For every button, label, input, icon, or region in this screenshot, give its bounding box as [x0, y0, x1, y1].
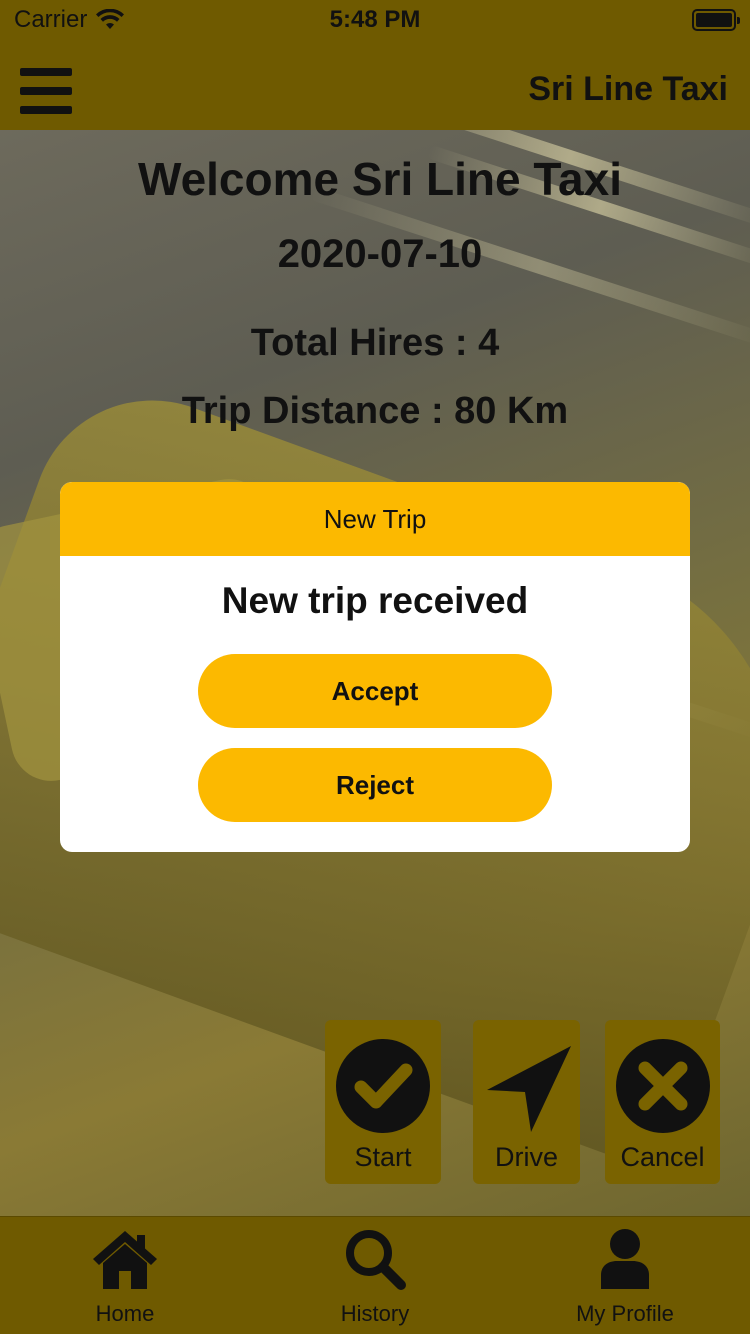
- home-icon: [93, 1231, 157, 1289]
- reject-button[interactable]: Reject: [198, 748, 552, 822]
- trip-distance-text: Trip Distance : 80 Km: [181, 390, 569, 432]
- current-date: 2020-07-10: [277, 232, 483, 276]
- start-button-label: Start: [354, 1142, 412, 1172]
- tab-my-profile[interactable]: My Profile: [500, 1217, 750, 1334]
- dialog-title: New Trip: [323, 503, 427, 534]
- cancel-button[interactable]: Cancel: [605, 1020, 720, 1184]
- navigation-arrow-icon: [486, 1046, 571, 1132]
- app-title: Sri Line Taxi: [528, 70, 728, 108]
- top-navigation-bar: Sri Line Taxi: [0, 40, 750, 130]
- accept-button[interactable]: Accept: [198, 654, 552, 728]
- tab-history-label: History: [340, 1301, 410, 1326]
- status-bar: Carrier 5:48 PM: [0, 0, 750, 40]
- checkmark-circle-icon: [336, 1039, 430, 1133]
- battery-icon: [692, 9, 740, 31]
- drive-button-label: Drive: [494, 1142, 558, 1172]
- accept-button-label: Accept: [331, 675, 419, 706]
- new-trip-dialog: New Trip New trip received Accept Reject: [60, 482, 690, 852]
- close-circle-icon: [615, 1039, 710, 1133]
- dialog-header: New Trip: [60, 482, 690, 556]
- drive-button[interactable]: Drive: [473, 1020, 580, 1184]
- total-hires-text: Total Hires : 4: [250, 322, 500, 364]
- status-time: 5:48 PM: [329, 6, 421, 33]
- start-button[interactable]: Start: [325, 1020, 441, 1184]
- welcome-heading: Welcome Sri Line Taxi: [137, 153, 622, 205]
- tab-history[interactable]: History: [250, 1217, 500, 1334]
- bottom-tab-bar: Home History My Profile: [0, 1216, 750, 1334]
- tab-my-profile-label: My Profile: [576, 1301, 674, 1326]
- user-icon: [601, 1229, 649, 1289]
- tab-home-label: Home: [95, 1301, 155, 1326]
- search-icon: [346, 1230, 406, 1290]
- hamburger-menu-icon[interactable]: [20, 68, 72, 114]
- cancel-button-label: Cancel: [620, 1142, 705, 1172]
- dialog-message: New trip received: [221, 580, 529, 621]
- reject-button-label: Reject: [335, 769, 415, 800]
- tab-home[interactable]: Home: [0, 1217, 250, 1334]
